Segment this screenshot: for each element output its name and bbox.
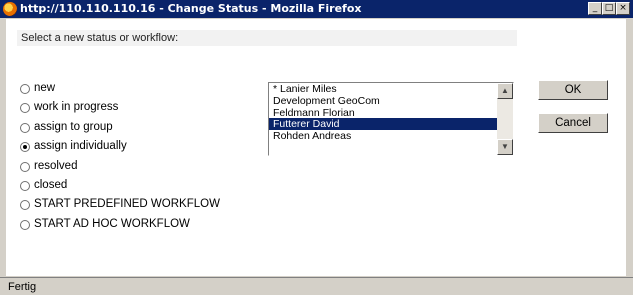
- status-option-label: work in progress: [34, 101, 119, 114]
- status-radio[interactable]: [20, 122, 30, 133]
- status-bar: Fertig: [0, 277, 633, 295]
- status-option-label: assign to group: [34, 120, 113, 133]
- scroll-up-icon[interactable]: ▲: [497, 83, 513, 99]
- close-icon[interactable]: ×: [616, 2, 630, 15]
- window-title: http://110.110.110.16 - Change Status - …: [20, 2, 362, 15]
- listbox-scrollbar[interactable]: ▲ ▼: [497, 83, 513, 155]
- assignee-list-items: * Lanier Miles Development GeoCom Feldmann…: [269, 83, 513, 142]
- status-radio[interactable]: [20, 84, 30, 94]
- minimize-icon[interactable]: _: [588, 2, 602, 15]
- assignee-list-item[interactable]: Rohden Andreas: [269, 130, 513, 142]
- assignee-list-item[interactable]: * Lanier Miles: [269, 83, 513, 95]
- status-radio[interactable]: [20, 180, 30, 191]
- assignee-list-item[interactable]: Futterer David: [269, 118, 513, 130]
- cancel-button[interactable]: Cancel: [538, 113, 608, 133]
- status-option-label: assign individually: [34, 140, 127, 153]
- status-option-label: START PREDEFINED WORKFLOW: [34, 198, 220, 211]
- firefox-icon: [3, 2, 17, 16]
- ok-button[interactable]: OK: [538, 80, 608, 100]
- status-text: Fertig: [8, 281, 37, 293]
- status-option-label: START AD HOC WORKFLOW: [34, 217, 190, 230]
- status-radio[interactable]: [20, 219, 30, 230]
- status-radio[interactable]: [20, 161, 30, 172]
- assignee-list-item[interactable]: Feldmann Florian: [269, 107, 513, 119]
- assignee-listbox[interactable]: * Lanier Miles Development GeoCom Feldmann…: [268, 82, 514, 156]
- status-option-label: new: [34, 82, 56, 94]
- maximize-icon[interactable]: □: [602, 2, 616, 15]
- assignee-list-item[interactable]: Development GeoCom: [269, 95, 513, 107]
- title-bar: http://110.110.110.16 - Change Status - …: [0, 0, 633, 18]
- status-option-label: resolved: [34, 159, 78, 172]
- scroll-down-icon[interactable]: ▼: [497, 139, 513, 155]
- status-option-label: closed: [34, 178, 68, 191]
- status-prompt: Select a new status or workflow:: [17, 30, 517, 46]
